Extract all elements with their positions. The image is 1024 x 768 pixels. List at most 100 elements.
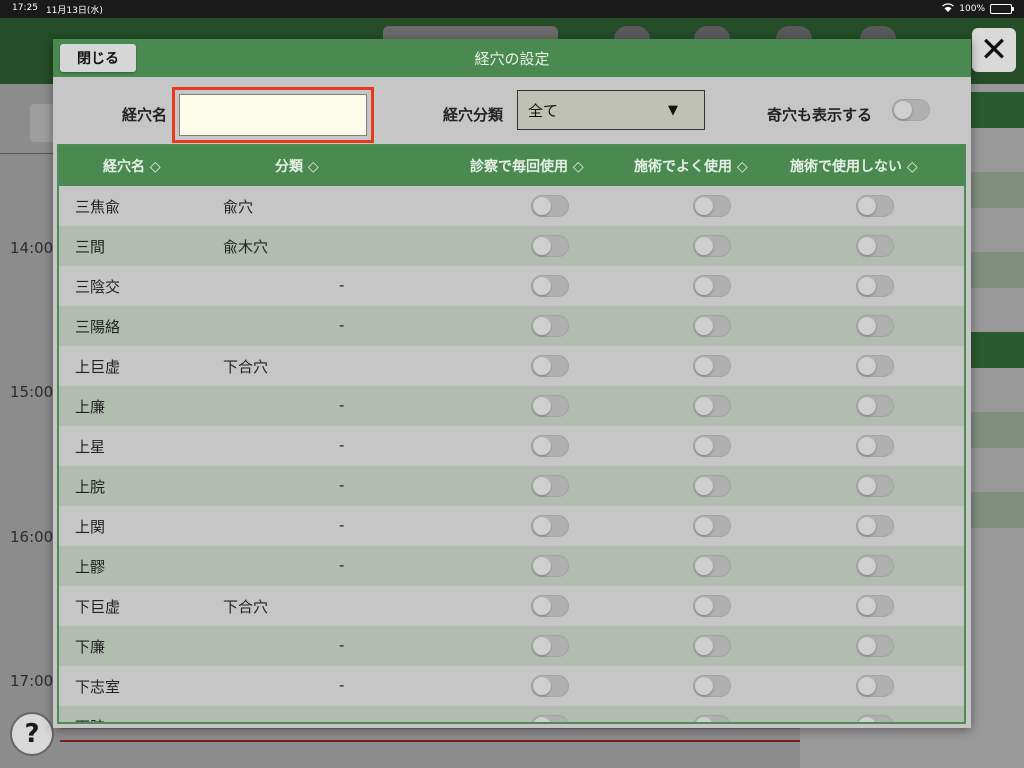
acupoint-name: 三焦兪 [75,198,121,216]
not-used-toggle[interactable] [856,355,894,377]
often-treat-toggle[interactable] [693,395,731,417]
every-exam-toggle[interactable] [531,675,569,697]
not-used-toggle[interactable] [856,435,894,457]
background-side-item [970,252,1024,288]
often-treat-toggle[interactable] [693,555,731,577]
table-header: 経穴名 ◇ 分類 ◇ 診察で毎回使用 ◇ 施術でよく使用 ◇ 施術で使用しない … [59,146,964,186]
column-header-every-exam[interactable]: 診察で毎回使用 ◇ [470,156,584,176]
table-row: 上廉 - [59,386,964,426]
every-exam-toggle[interactable] [531,635,569,657]
background-side-item [970,172,1024,208]
not-used-toggle[interactable] [856,475,894,497]
acupoint-category-empty: - [339,516,345,534]
often-treat-toggle[interactable] [693,235,731,257]
acupoint-name: 上髎 [75,558,106,576]
acupoint-category-empty: - [339,636,345,654]
status-time: 17:25 [12,2,38,13]
acupoint-name: 上脘 [75,478,106,496]
table-row: 三間 兪木穴 [59,226,964,266]
not-used-toggle[interactable] [856,635,894,657]
table-row: 上関 - [59,506,964,546]
table-row: 下廉 - [59,626,964,666]
show-odd-label: 奇穴も表示する [767,106,873,124]
acupoint-category-empty: - [339,556,345,574]
not-used-toggle[interactable] [856,195,894,217]
often-treat-toggle[interactable] [693,435,731,457]
status-bar: 17:25 11月13日(水) 100% [0,0,1024,18]
every-exam-toggle[interactable] [531,395,569,417]
every-exam-toggle[interactable] [531,515,569,537]
acupoint-category: 下合穴 [223,358,269,376]
every-exam-toggle[interactable] [531,235,569,257]
acupoint-category: 兪木穴 [223,238,269,256]
close-button[interactable]: 閉じる [60,44,136,72]
every-exam-toggle[interactable] [531,435,569,457]
every-exam-toggle[interactable] [531,275,569,297]
background-side-item [970,92,1024,128]
often-treat-toggle[interactable] [693,715,731,722]
often-treat-toggle[interactable] [693,475,731,497]
show-odd-toggle[interactable] [892,99,930,121]
battery-icon [990,4,1014,14]
acupoint-category-empty: - [339,716,344,722]
column-header-category[interactable]: 分類 ◇ [275,156,319,176]
acupoint-name: 三間 [75,238,106,256]
table-row: 三焦兪 兪穴 [59,186,964,226]
often-treat-toggle[interactable] [693,315,731,337]
table-row: 三陽絡 - [59,306,964,346]
not-used-toggle[interactable] [856,395,894,417]
every-exam-toggle[interactable] [531,315,569,337]
status-date: 11月13日(水) [45,5,103,16]
name-filter-input[interactable] [179,94,367,136]
help-button[interactable]: ? [10,712,54,756]
wifi-icon [942,3,955,15]
table-row: 下脘 - [59,706,964,722]
often-treat-toggle[interactable] [693,675,731,697]
often-treat-toggle[interactable] [693,195,731,217]
every-exam-toggle[interactable] [531,475,569,497]
often-treat-toggle[interactable] [693,275,731,297]
not-used-toggle[interactable] [856,315,894,337]
dialog-title: 経穴の設定 [474,49,550,68]
acupoint-category-empty: - [339,436,345,454]
time-label: 16:00 [10,528,54,546]
often-treat-toggle[interactable] [693,635,731,657]
time-label: 17:00 [10,672,54,690]
not-used-toggle[interactable] [856,515,894,537]
dropdown-arrow-icon: ▼ [668,102,678,118]
table-body: 三焦兪 兪穴 三間 兪木穴 三陰交 - 三陽絡 - 上巨虚 下合穴 上廉 - 上… [59,186,964,722]
not-used-toggle[interactable] [856,595,894,617]
not-used-toggle[interactable] [856,675,894,697]
time-label: 15:00 [10,383,54,401]
every-exam-toggle[interactable] [531,195,569,217]
acupoint-name: 下脘 [75,716,105,722]
background-close-icon[interactable]: ✕ [972,28,1016,72]
not-used-toggle[interactable] [856,715,894,722]
category-select-value: 全て [528,101,559,120]
every-exam-toggle[interactable] [531,555,569,577]
every-exam-toggle[interactable] [531,715,569,722]
acupoint-category-empty: - [339,396,345,414]
acupoint-category-empty: - [339,676,345,694]
not-used-toggle[interactable] [856,275,894,297]
table-row: 三陰交 - [59,266,964,306]
not-used-toggle[interactable] [856,555,894,577]
dialog-titlebar: 閉じる 経穴の設定 [53,39,971,77]
acupoint-category-empty: - [339,316,345,334]
time-label: 14:00 [10,239,54,257]
acupoint-name: 三陰交 [75,278,121,296]
often-treat-toggle[interactable] [693,355,731,377]
column-header-name[interactable]: 経穴名 ◇ [103,156,161,176]
every-exam-toggle[interactable] [531,595,569,617]
column-header-not-used[interactable]: 施術で使用しない ◇ [790,156,918,176]
not-used-toggle[interactable] [856,235,894,257]
every-exam-toggle[interactable] [531,355,569,377]
often-treat-toggle[interactable] [693,595,731,617]
often-treat-toggle[interactable] [693,515,731,537]
background-current-time-line [60,740,800,742]
acupoint-category-empty: - [339,476,345,494]
category-select[interactable]: 全て ▼ [517,90,705,130]
background-bottom-bar [60,728,800,740]
column-header-often-treat[interactable]: 施術でよく使用 ◇ [634,156,748,176]
category-filter-label: 経穴分類 [443,106,504,124]
